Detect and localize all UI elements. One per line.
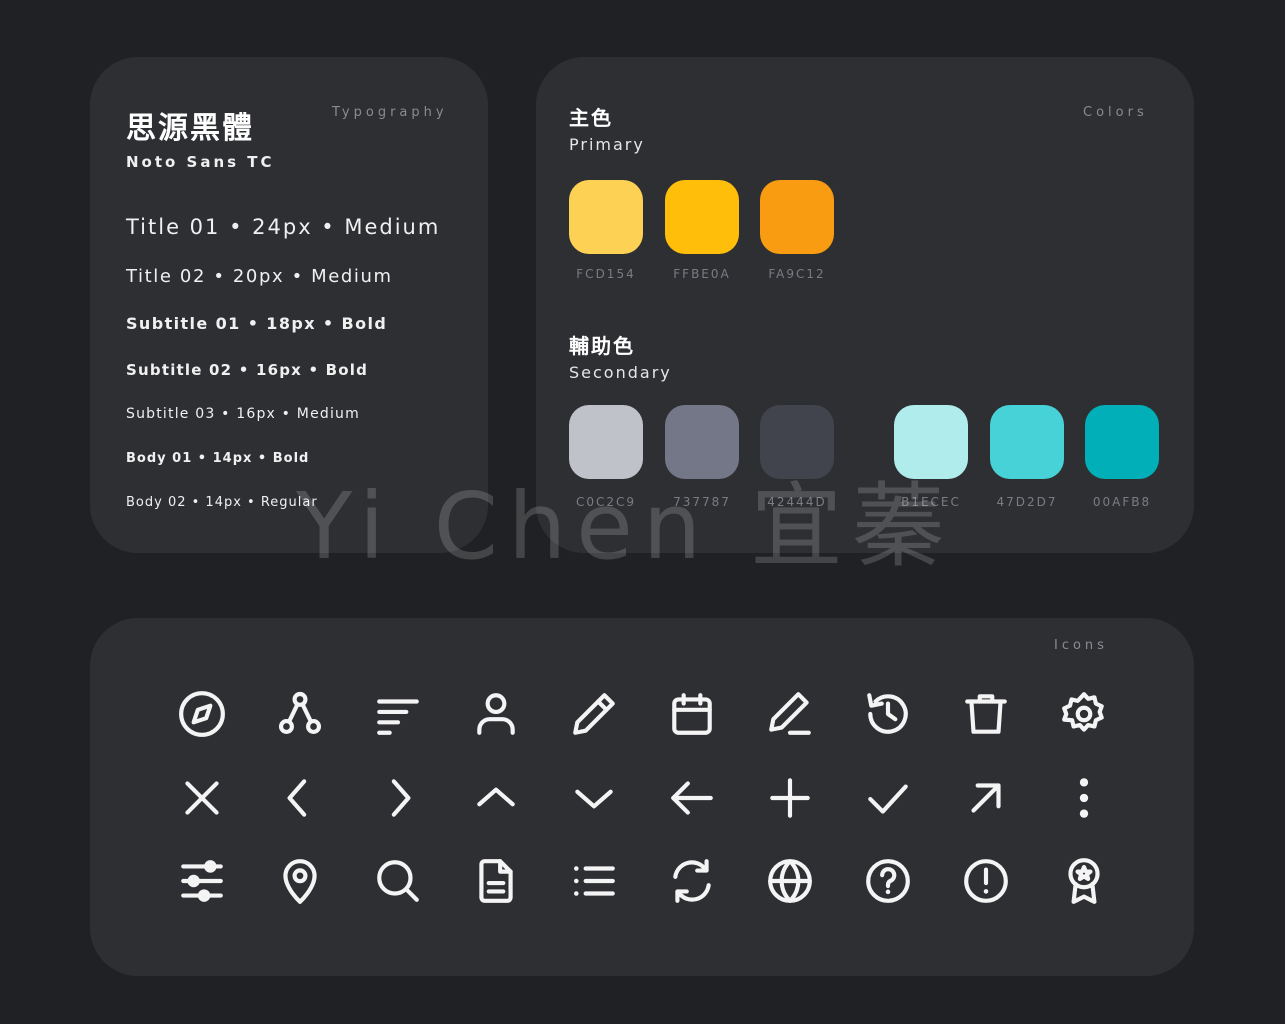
secondary-swatch-4[interactable]: [894, 405, 968, 479]
secondary-title: 輔助色: [569, 334, 635, 358]
chevron-down-icon: [569, 773, 619, 823]
colors-section-label: Colors: [1083, 105, 1148, 120]
type-style-title-01: Title 01 • 24px • Medium: [126, 215, 441, 239]
font-name-title: 思源黑體: [126, 111, 254, 146]
more-vertical-icon: [1059, 773, 1109, 823]
type-style-title-02: Title 02 • 20px • Medium: [126, 266, 393, 287]
secondary-subtitle: Secondary: [569, 363, 672, 382]
align-left-icon: [373, 689, 423, 739]
share-nodes-icon: [275, 689, 325, 739]
calendar-icon: [667, 689, 717, 739]
secondary-hex-5: 47D2D7: [996, 495, 1058, 509]
primary-swatch-2[interactable]: [665, 180, 739, 254]
typography-section-label: Typography: [332, 105, 448, 120]
secondary-hex-2: 737787: [673, 495, 731, 509]
close-icon: [177, 773, 227, 823]
pencil-icon: [569, 689, 619, 739]
icons-section-label: Icons: [1054, 638, 1108, 653]
gear-icon: [1059, 689, 1109, 739]
edit-icon: [765, 689, 815, 739]
type-style-body-02: Body 02 • 14px • Regular: [126, 495, 318, 510]
primary-swatch-3[interactable]: [760, 180, 834, 254]
trash-icon: [961, 689, 1011, 739]
font-latin-name: Noto Sans TC: [126, 153, 275, 171]
secondary-hex-6: 00AFB8: [1092, 495, 1152, 509]
chevron-right-icon: [373, 773, 423, 823]
colors-card: Colors 主色 Primary FCD154 FFBE0A FA9C12 輔…: [536, 57, 1194, 553]
primary-hex-1: FCD154: [576, 267, 636, 281]
plus-icon: [765, 773, 815, 823]
globe-icon: [765, 856, 815, 906]
user-icon: [471, 689, 521, 739]
secondary-swatch-5[interactable]: [990, 405, 1064, 479]
primary-hex-2: FFBE0A: [673, 267, 731, 281]
help-circle-icon: [863, 856, 913, 906]
type-style-body-01: Body 01 • 14px • Bold: [126, 451, 310, 466]
type-style-subtitle-01: Subtitle 01 • 18px • Bold: [126, 314, 388, 333]
secondary-hex-3: 42444D: [767, 495, 827, 509]
secondary-swatch-3[interactable]: [760, 405, 834, 479]
secondary-swatch-2[interactable]: [665, 405, 739, 479]
chevron-left-icon: [275, 773, 325, 823]
history-icon: [863, 689, 913, 739]
secondary-hex-1: C0C2C9: [575, 495, 637, 509]
arrow-up-right-icon: [961, 773, 1011, 823]
map-pin-icon: [275, 856, 325, 906]
type-style-subtitle-03: Subtitle 03 • 16px • Medium: [126, 406, 360, 422]
refresh-icon: [667, 856, 717, 906]
list-icon: [569, 856, 619, 906]
document-icon: [471, 856, 521, 906]
award-icon: [1059, 856, 1109, 906]
primary-subtitle: Primary: [569, 135, 645, 154]
typography-card: Typography 思源黑體 Noto Sans TC Title 01 • …: [90, 57, 488, 553]
compass-icon: [177, 689, 227, 739]
icons-card: Icons: [90, 618, 1194, 976]
primary-hex-3: FA9C12: [768, 267, 826, 281]
chevron-up-icon: [471, 773, 521, 823]
secondary-swatch-6[interactable]: [1085, 405, 1159, 479]
check-icon: [863, 773, 913, 823]
type-style-subtitle-02: Subtitle 02 • 16px • Bold: [126, 361, 369, 379]
alert-circle-icon: [961, 856, 1011, 906]
primary-title: 主色: [569, 106, 613, 130]
search-icon: [373, 856, 423, 906]
secondary-hex-4: B1ECEC: [901, 495, 961, 509]
arrow-left-icon: [667, 773, 717, 823]
primary-swatch-1[interactable]: [569, 180, 643, 254]
secondary-swatch-1[interactable]: [569, 405, 643, 479]
sliders-icon: [177, 856, 227, 906]
